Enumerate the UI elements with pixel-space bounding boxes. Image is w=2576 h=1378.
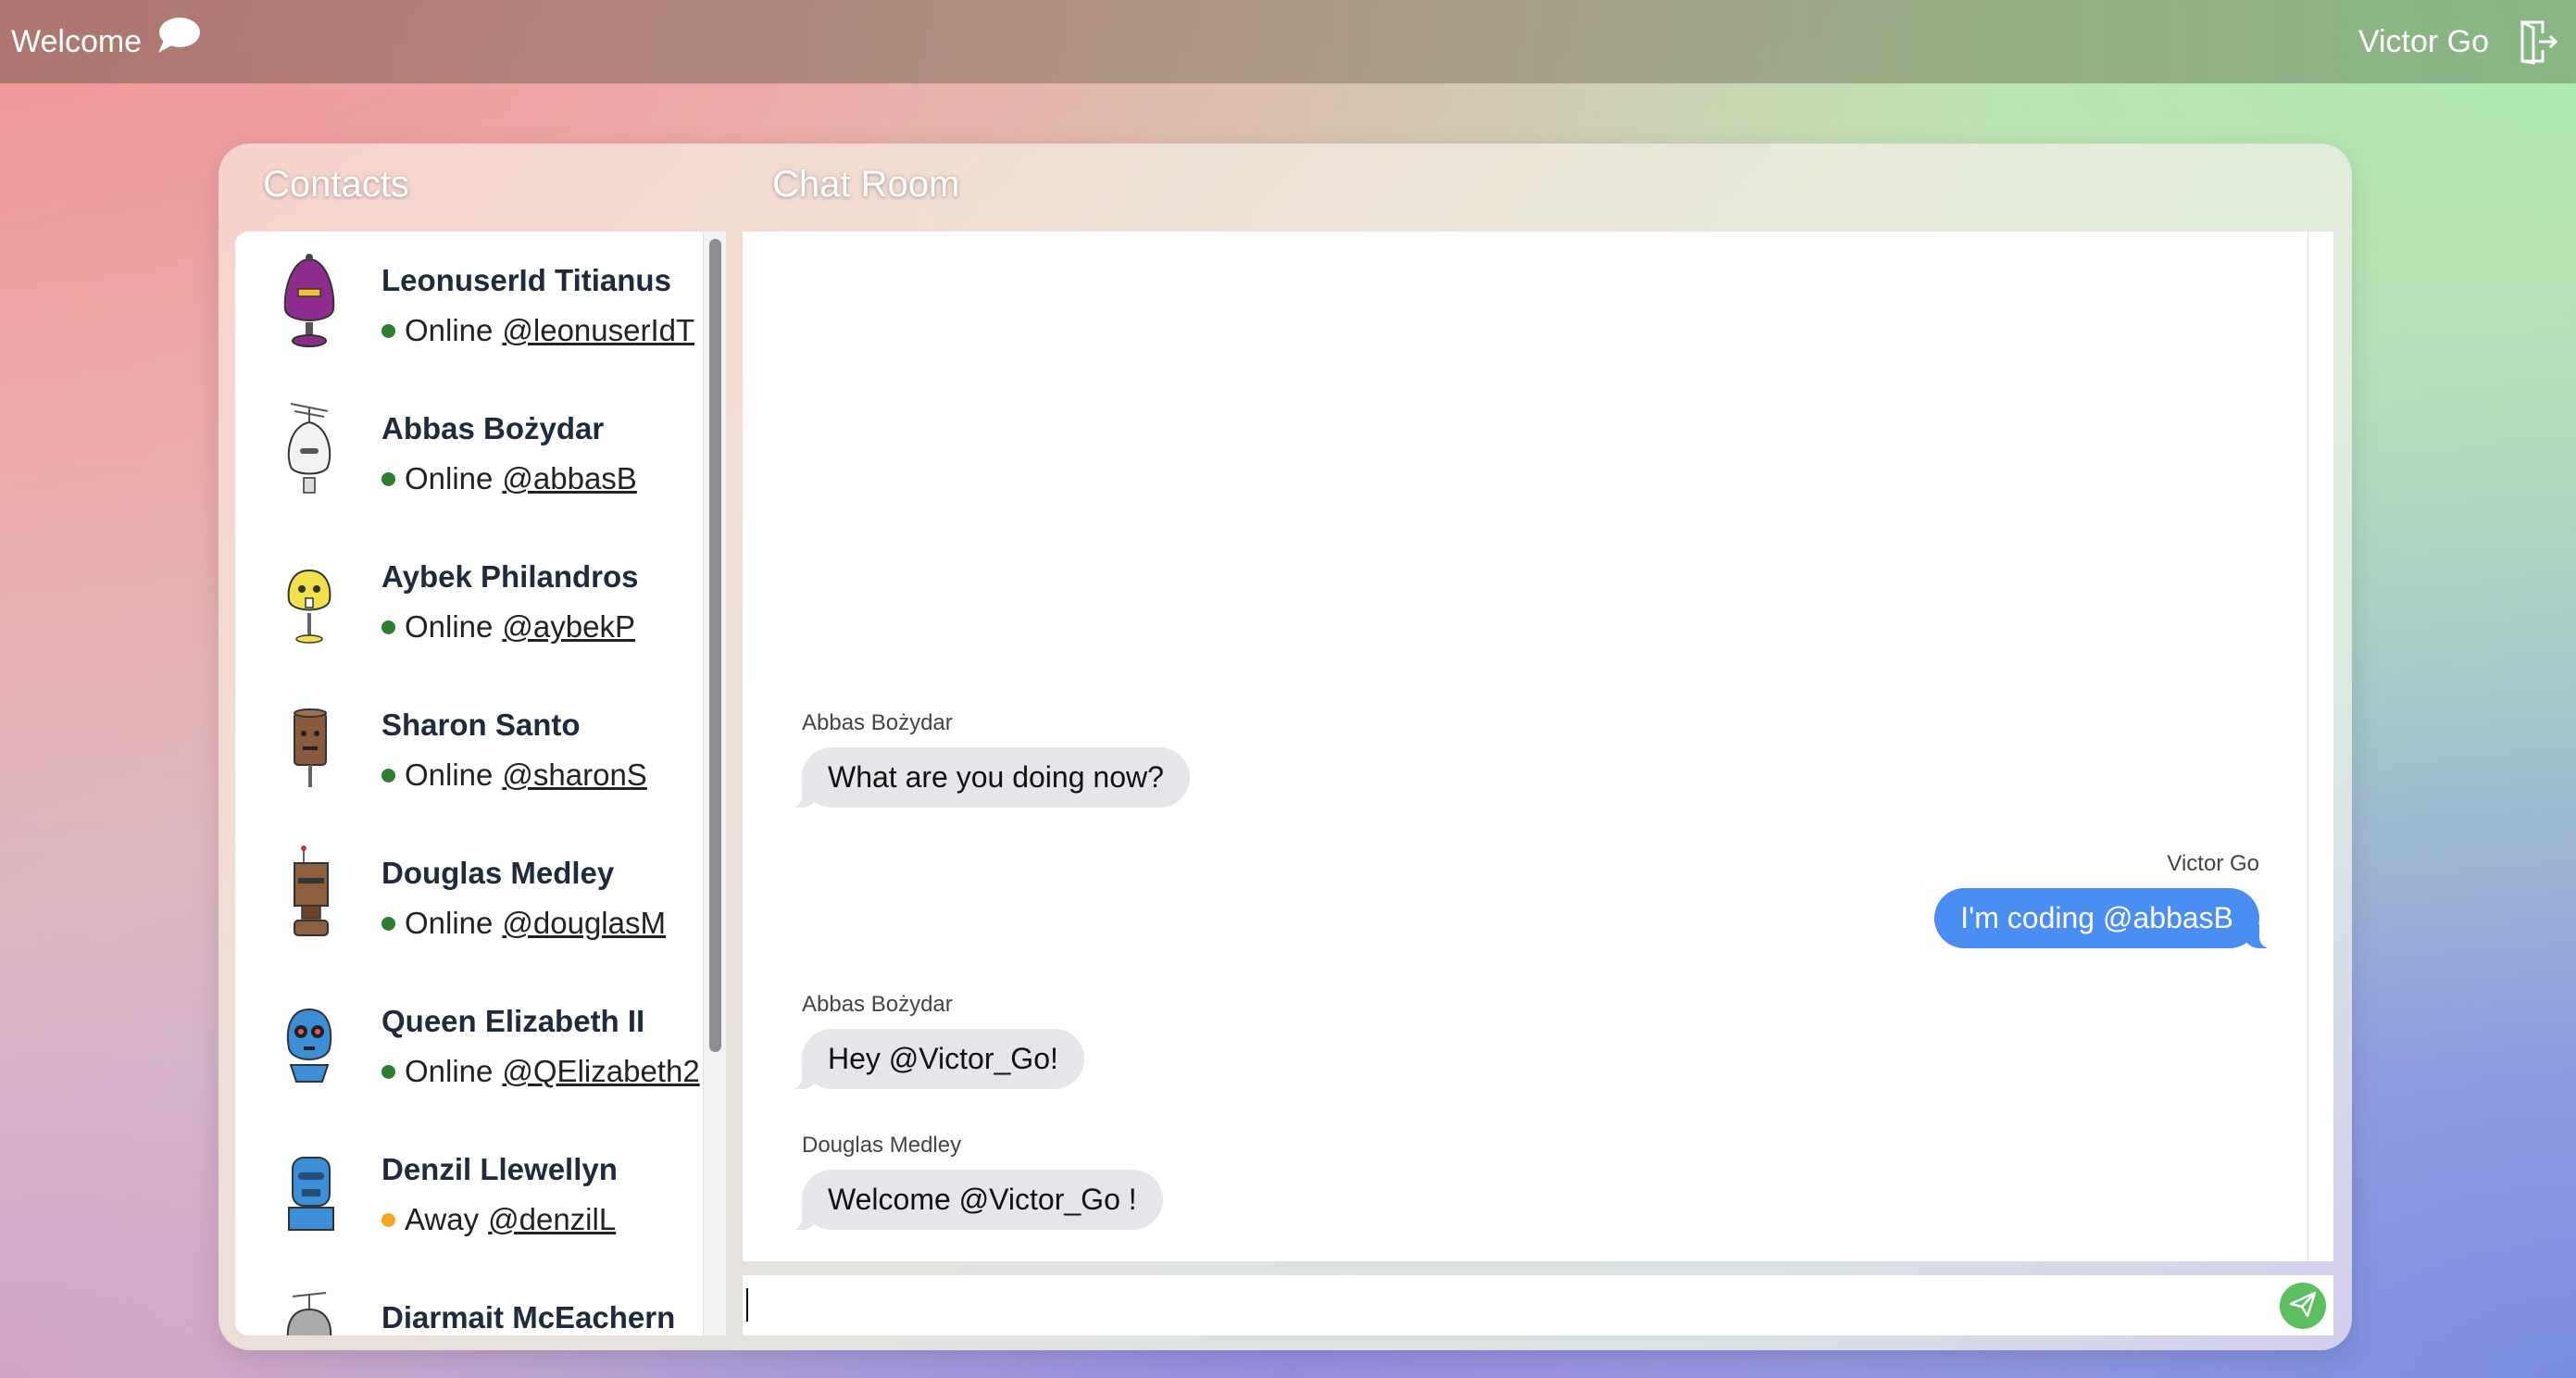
welcome-label: Welcome [11,23,143,59]
contact-text: Queen Elizabeth II Online @QElizabeth2 [381,1004,700,1089]
contact-item[interactable]: Sharon Santo Online @sharonS [235,676,703,824]
chat-messages-area: Abbas Bożydar What are you doing now? Vi… [743,232,2333,1261]
contact-status-line: Online @sharonS [381,758,647,793]
contacts-scrollbar-thumb[interactable] [709,239,721,1052]
contact-status-line: Online @leonuserIdT [381,313,694,348]
contact-status-line: Online @abbasB [381,461,637,496]
message-author: Victor Go [2167,851,2259,876]
send-button[interactable] [2280,1283,2326,1329]
message-item: Abbas Bożydar Hey @Victor_Go! [785,992,1084,1089]
message-author: Douglas Medley [802,1133,962,1158]
incoming-message-bubble: Hey @Victor_Go! [785,1029,1084,1089]
robot-avatar-icon [272,1141,346,1243]
outgoing-message-bubble: I'm coding @abbasB [1934,888,2276,948]
contact-status: Online [405,758,494,792]
contact-handle-link[interactable]: @douglasM [502,906,666,941]
contact-text: LeonuserId Titianus Online @leonuserIdT [381,263,694,348]
contact-status: Away [405,1202,480,1236]
contact-status-line: Away @denzilL [381,1202,618,1237]
robot-avatar-icon [272,696,346,798]
robot-avatar-icon [272,993,346,1095]
online-status-dot-icon [381,620,395,634]
topbar-right: Victor Go [2358,19,2559,65]
contact-name: Sharon Santo [381,708,581,742]
contact-name: Diarmait McEachern [381,1300,676,1334]
contact-text: Abbas Bożydar Online @abbasB [381,411,637,496]
contact-status: Online [405,461,494,495]
chat-room-title: Chat Room [772,164,960,205]
away-status-dot-icon [381,1212,395,1227]
contact-name: Aybek Philandros [381,559,639,594]
topbar-left: Welcome [11,18,201,62]
logout-icon[interactable] [2517,19,2559,65]
contact-text: Aybek Philandros Online @aybekP [381,559,639,645]
message-item: Douglas Medley Welcome @Victor_Go ! [785,1133,1163,1230]
contact-name: LeonuserId Titianus [381,263,671,297]
paper-plane-icon [2287,1288,2319,1324]
contact-handle-link[interactable]: @abbasB [502,461,636,496]
chat-bubble-icon [155,16,201,56]
robot-avatar-icon [272,252,346,354]
text-caret [746,1288,748,1322]
contact-text: Diarmait McEachern [381,1300,675,1335]
contact-name: Abbas Bożydar [381,411,605,445]
contact-handle-link[interactable]: @leonuserIdT [502,313,694,348]
top-bar: Welcome Victor Go [0,0,2576,83]
contact-item[interactable]: LeonuserId Titianus Online @leonuserIdT [235,232,703,380]
contact-status: Online [405,1054,494,1088]
contact-text: Denzil Llewellyn Away @denzilL [381,1152,618,1237]
contact-handle-link[interactable]: @sharonS [502,758,646,793]
online-status-dot-icon [381,471,395,486]
online-status-dot-icon [381,323,395,338]
robot-avatar-icon [272,1289,346,1335]
contact-name: Queen Elizabeth II [381,1004,645,1038]
contact-name: Denzil Llewellyn [381,1152,618,1186]
contact-status-line: Online @douglasM [381,906,666,941]
contact-item[interactable]: Denzil Llewellyn Away @denzilL [235,1121,703,1269]
contact-handle-link[interactable]: @denzilL [488,1202,616,1237]
contact-name: Douglas Medley [381,856,615,890]
contact-text: Sharon Santo Online @sharonS [381,708,647,793]
contacts-panel: LeonuserId Titianus Online @leonuserIdT [235,232,726,1335]
message-input[interactable] [743,1275,2261,1335]
contact-text: Douglas Medley Online @douglasM [381,856,666,941]
online-status-dot-icon [381,768,395,783]
contacts-scrollbar[interactable] [703,232,726,1335]
contact-status: Online [405,906,494,940]
online-status-dot-icon [381,916,395,931]
message-author: Abbas Bożydar [802,992,953,1017]
main-panel: Contacts Chat Room LeonuserId Titianus O… [219,144,2352,1350]
current-user-name: Victor Go [2357,23,2489,59]
message-item: Abbas Bożydar What are you doing now? [785,710,1190,808]
message-composer [743,1275,2333,1335]
contact-list: LeonuserId Titianus Online @leonuserIdT [235,232,703,1335]
robot-avatar-icon [272,845,346,946]
message-author: Abbas Bożydar [802,710,953,735]
contact-item[interactable]: Diarmait McEachern [235,1269,703,1335]
contact-item[interactable]: Douglas Medley Online @douglasM [235,824,703,972]
message-item: Victor Go I'm coding @abbasB [1934,851,2276,948]
contact-status-line: Online @QElizabeth2 [381,1054,700,1089]
chat-scrollbar[interactable] [2307,232,2333,1261]
robot-avatar-icon [272,548,346,650]
contact-handle-link[interactable]: @QElizabeth2 [502,1054,699,1089]
contact-item[interactable]: Abbas Bożydar Online @abbasB [235,380,703,528]
contact-handle-link[interactable]: @aybekP [502,609,635,645]
robot-avatar-icon [272,400,346,502]
incoming-message-bubble: Welcome @Victor_Go ! [785,1170,1163,1230]
contact-item[interactable]: Queen Elizabeth II Online @QElizabeth2 [235,972,703,1121]
contacts-title: Contacts [263,164,409,205]
contact-status-line: Online @aybekP [381,609,639,645]
contact-item[interactable]: Aybek Philandros Online @aybekP [235,528,703,676]
incoming-message-bubble: What are you doing now? [785,747,1190,808]
contact-status: Online [405,609,494,644]
contact-status: Online [405,313,494,347]
online-status-dot-icon [381,1064,395,1079]
